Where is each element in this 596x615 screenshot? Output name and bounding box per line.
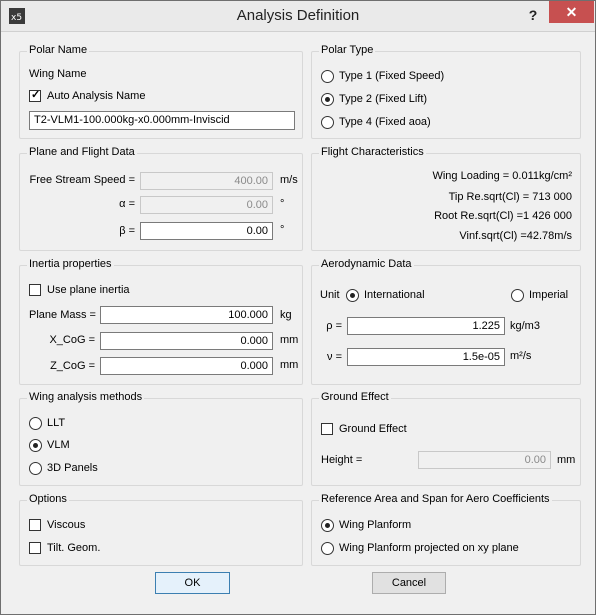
group-title: Reference Area and Span for Aero Coeffic…	[319, 493, 552, 505]
tilt-geom-checkbox[interactable]	[29, 542, 41, 554]
group-title: Plane and Flight Data	[27, 146, 137, 158]
height-unit: mm	[557, 454, 576, 466]
root-re-value: Root Re.sqrt(Cl) =1 426 000	[434, 210, 572, 222]
3d-panels-label[interactable]: 3D Panels	[47, 462, 98, 474]
wing-loading-value: Wing Loading = 0.011kg/cm²	[432, 170, 572, 182]
xcog-input[interactable]: 0.000	[100, 332, 273, 350]
polar-name-input[interactable]: T2-VLM1-100.000kg-x0.000mm-Inviscid	[29, 111, 295, 130]
polar-type-2-label[interactable]: Type 2 (Fixed Lift)	[339, 93, 427, 105]
height-input[interactable]: 0.00	[418, 451, 551, 469]
zcog-input[interactable]: 0.000	[100, 357, 273, 375]
group-title: Inertia properties	[27, 258, 114, 270]
options-group: Options Viscous Tilt. Geom.	[19, 493, 303, 566]
tilt-geom-label[interactable]: Tilt. Geom.	[47, 542, 100, 554]
close-button[interactable]: ✕	[549, 1, 594, 23]
free-stream-speed-input[interactable]: 400.00	[140, 172, 273, 190]
imperial-label[interactable]: Imperial	[529, 289, 568, 301]
nu-input[interactable]: 1.5e-05	[347, 348, 505, 366]
wing-name-label: Wing Name	[29, 68, 87, 80]
polar-type-2-radio[interactable]	[321, 93, 334, 106]
polar-type-4-radio[interactable]	[321, 116, 334, 129]
xcog-unit: mm	[280, 334, 299, 346]
international-radio[interactable]	[346, 289, 359, 302]
title-bar[interactable]: x5 Analysis Definition ? ✕	[1, 1, 595, 32]
international-label[interactable]: International	[364, 289, 425, 301]
beta-unit: °	[280, 224, 285, 236]
cancel-button[interactable]: Cancel	[372, 572, 446, 594]
radio-selected-icon	[325, 97, 330, 102]
polar-type-group: Polar Type Type 1 (Fixed Speed) Type 2 (…	[311, 44, 581, 139]
plane-mass-input[interactable]: 100.000	[100, 306, 273, 324]
unit-label: Unit	[320, 289, 340, 301]
3d-panels-radio[interactable]	[29, 462, 42, 475]
free-stream-speed-label: Free Stream Speed =	[29, 174, 135, 186]
analysis-definition-dialog: x5 Analysis Definition ? ✕ Polar Name Wi…	[0, 0, 596, 615]
beta-label: β =	[119, 225, 135, 237]
inertia-properties-group: Inertia properties Use plane inertia Pla…	[19, 258, 303, 385]
wing-planform-projected-label[interactable]: Wing Planform projected on xy plane	[339, 542, 519, 554]
alpha-input[interactable]: 0.00	[140, 196, 273, 214]
alpha-unit: °	[280, 198, 285, 210]
group-title: Options	[27, 493, 69, 505]
beta-input[interactable]: 0.00	[140, 222, 273, 240]
group-title: Ground Effect	[319, 391, 391, 403]
ground-effect-checkbox[interactable]	[321, 423, 333, 435]
help-button[interactable]: ?	[523, 4, 543, 26]
flight-characteristics-group: Flight Characteristics Wing Loading = 0.…	[311, 146, 581, 251]
reference-area-group: Reference Area and Span for Aero Coeffic…	[311, 493, 581, 566]
use-plane-inertia-label[interactable]: Use plane inertia	[47, 284, 130, 296]
aerodynamic-data-group: Aerodynamic Data Unit International Impe…	[311, 258, 581, 385]
zcog-label: Z_CoG =	[50, 360, 95, 372]
ground-effect-label[interactable]: Ground Effect	[339, 423, 407, 435]
llt-radio[interactable]	[29, 417, 42, 430]
rho-unit: kg/m3	[510, 320, 540, 332]
vlm-radio[interactable]	[29, 439, 42, 452]
group-title: Polar Name	[27, 44, 90, 56]
rho-input[interactable]: 1.225	[347, 317, 505, 335]
xcog-label: X_CoG =	[49, 334, 95, 346]
vinf-value: Vinf.sqrt(Cl) =42.78m/s	[459, 230, 572, 242]
nu-label: ν =	[327, 351, 342, 363]
viscous-checkbox[interactable]	[29, 519, 41, 531]
group-title: Wing analysis methods	[27, 391, 145, 403]
check-mark-icon: ✓	[31, 89, 41, 101]
mass-unit: kg	[280, 309, 292, 321]
group-title: Flight Characteristics	[319, 146, 426, 158]
llt-label[interactable]: LLT	[47, 417, 65, 429]
nu-unit: m²/s	[510, 350, 532, 362]
auto-analysis-name-label[interactable]: Auto Analysis Name	[47, 90, 145, 102]
vlm-label[interactable]: VLM	[47, 439, 70, 451]
tip-re-value: Tip Re.sqrt(Cl) = 713 000	[448, 191, 572, 203]
rho-label: ρ =	[326, 320, 342, 332]
wing-analysis-methods-group: Wing analysis methods LLT VLM 3D Panels	[19, 391, 303, 486]
polar-name-group: Polar Name Wing Name ✓ Auto Analysis Nam…	[19, 44, 303, 139]
polar-type-1-label[interactable]: Type 1 (Fixed Speed)	[339, 70, 444, 82]
wing-planform-label[interactable]: Wing Planform	[339, 519, 411, 531]
imperial-radio[interactable]	[511, 289, 524, 302]
auto-analysis-name-checkbox[interactable]: ✓	[29, 89, 41, 102]
polar-type-1-radio[interactable]	[321, 70, 334, 83]
radio-selected-icon	[33, 443, 38, 448]
ok-button[interactable]: OK	[155, 572, 230, 594]
height-label: Height =	[321, 454, 363, 466]
radio-selected-icon	[350, 293, 355, 298]
alpha-label: α =	[119, 198, 135, 210]
plane-mass-label: Plane Mass =	[29, 309, 96, 321]
speed-unit: m/s	[280, 174, 298, 186]
viscous-label[interactable]: Viscous	[47, 519, 85, 531]
radio-selected-icon	[325, 523, 330, 528]
ground-effect-group: Ground Effect Ground Effect Height = 0.0…	[311, 391, 581, 486]
polar-type-4-label[interactable]: Type 4 (Fixed aoa)	[339, 116, 431, 128]
plane-flight-data-group: Plane and Flight Data Free Stream Speed …	[19, 146, 303, 251]
group-title: Aerodynamic Data	[319, 258, 414, 270]
zcog-unit: mm	[280, 359, 299, 371]
window-title: Analysis Definition	[236, 7, 360, 24]
use-plane-inertia-checkbox[interactable]	[29, 284, 41, 296]
group-title: Polar Type	[319, 44, 376, 56]
wing-planform-projected-radio[interactable]	[321, 542, 334, 555]
wing-planform-radio[interactable]	[321, 519, 334, 532]
